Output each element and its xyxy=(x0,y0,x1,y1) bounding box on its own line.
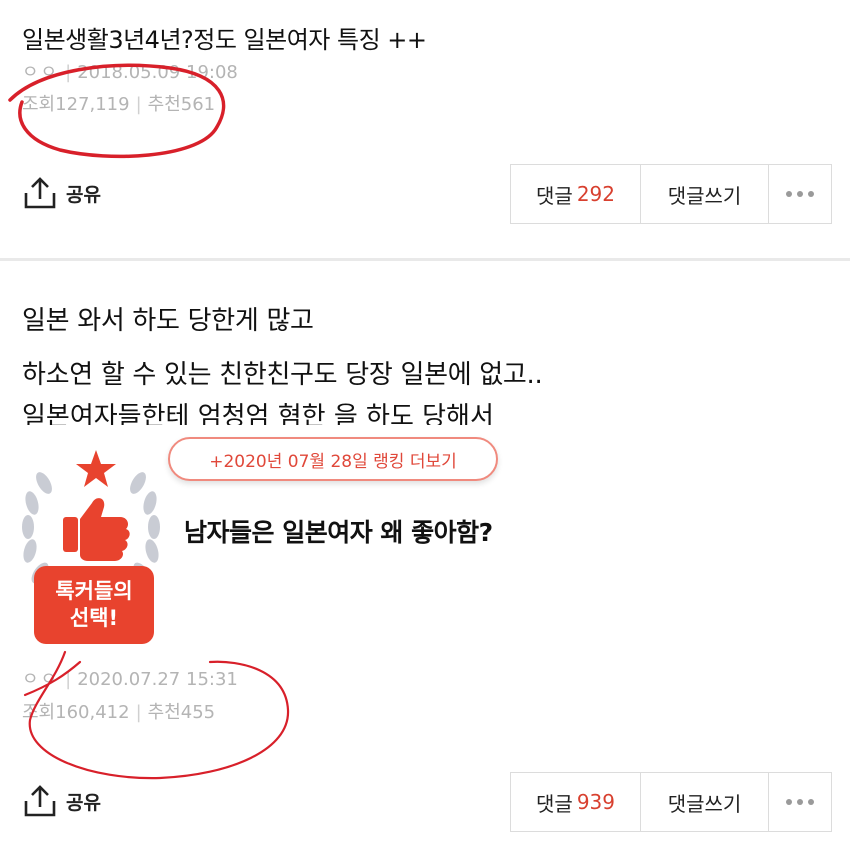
post-date: 2020.07.27 15:31 xyxy=(77,669,238,690)
post-date: 2018.05.09 19:08 xyxy=(77,62,238,83)
post-title[interactable]: 일본생활3년4년?정도 일본여자 특징 ++ xyxy=(22,20,427,55)
toker-choice-badge: 톡커들의 선택! xyxy=(34,566,154,644)
comment-actions-2: 댓글 939 댓글쓰기 xyxy=(510,772,832,832)
post-body-line-2: 하소연 할 수 있는 친한친구도 당장 일본에 없고.. xyxy=(22,360,543,390)
share-label: 공유 xyxy=(66,791,101,814)
share-button[interactable]: 공유 xyxy=(22,175,101,211)
star-icon xyxy=(76,450,116,487)
ranking-more-link[interactable]: +2020년 07월 28일 랭킹 더보기 xyxy=(168,437,498,481)
share-icon xyxy=(24,177,56,209)
post2-meta-stats: 조회160,412 | 추천455 xyxy=(22,702,216,723)
likes-label: 추천 xyxy=(147,94,181,115)
write-comment-button[interactable]: 댓글쓰기 xyxy=(641,773,769,831)
views-count: 160,412 xyxy=(55,702,130,723)
likes-count: 561 xyxy=(180,94,216,115)
post-card-1: 일본생활3년4년?정도 일본여자 특징 ++ ㅇㅇ | 2018.05.09 19:… xyxy=(0,0,850,258)
thumbs-up-icon xyxy=(63,498,130,561)
badge-line-1: 톡커들의 xyxy=(55,579,133,603)
share-button-2[interactable]: 공유 xyxy=(22,783,101,819)
post-title-2[interactable]: 남자들은 일본여자 왜 좋아함? xyxy=(184,513,493,549)
comments-count: 939 xyxy=(576,790,615,814)
share-label: 공유 xyxy=(66,183,101,206)
post2-meta-author-date: ㅇㅇ | 2020.07.27 15:31 xyxy=(22,669,238,690)
likes-count: 455 xyxy=(180,702,216,723)
author-name[interactable]: ㅇㅇ xyxy=(22,62,59,83)
comments-count: 292 xyxy=(576,182,615,206)
likes-label: 추천 xyxy=(147,702,181,723)
more-icon xyxy=(786,191,814,197)
views-count: 127,119 xyxy=(55,94,130,115)
more-icon xyxy=(786,799,814,805)
comments-label: 댓글 xyxy=(536,183,573,208)
post-meta-stats: 조회127,119 | 추천561 xyxy=(22,94,216,115)
badge-line-2: 선택! xyxy=(69,606,119,630)
comment-actions: 댓글 292 댓글쓰기 xyxy=(510,164,832,224)
post-body-line-3: 일본여자들한테 엄청엄 혐한 을 하도 당해서 xyxy=(22,402,494,425)
views-label: 조회 xyxy=(22,702,56,723)
author-name[interactable]: ㅇㅇ xyxy=(22,669,59,690)
post-meta-author-date: ㅇㅇ | 2018.05.09 19:08 xyxy=(22,62,238,83)
write-comment-button[interactable]: 댓글쓰기 xyxy=(641,165,769,223)
post-body-line-1: 일본 와서 하도 당한게 많고 xyxy=(22,306,314,336)
views-label: 조회 xyxy=(22,94,56,115)
more-button[interactable] xyxy=(769,773,831,831)
comments-label: 댓글 xyxy=(536,791,573,816)
section-divider xyxy=(0,258,850,261)
share-icon xyxy=(24,785,56,817)
more-button[interactable] xyxy=(769,165,831,223)
comments-button[interactable]: 댓글 939 xyxy=(511,773,641,831)
comments-button[interactable]: 댓글 292 xyxy=(511,165,641,223)
